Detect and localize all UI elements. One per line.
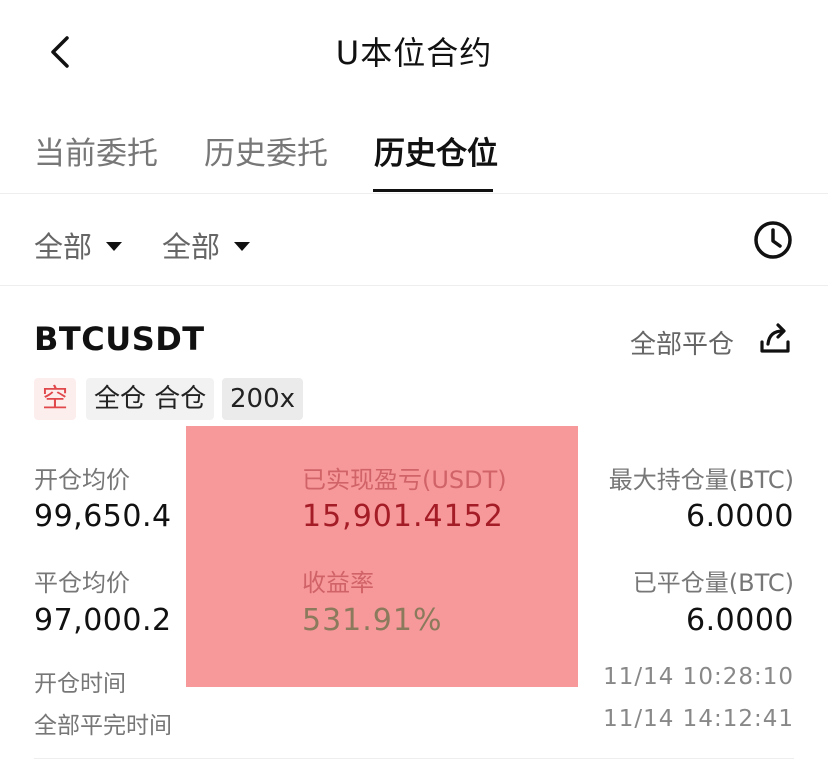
filter-label: 全部 [162, 230, 221, 264]
position-symbol: BTCUSDT [34, 320, 205, 358]
margin-mode-badge: 全仓 合仓 [86, 378, 215, 420]
close-all-button[interactable]: 全部平仓 [630, 324, 734, 361]
filter-dropdown-1[interactable]: 全部 [34, 224, 123, 266]
roi-label: 收益率 [302, 569, 374, 597]
roi-value: 531.91% [302, 603, 443, 638]
close-time-value: 11/14 14:12:41 [603, 706, 794, 732]
share-button[interactable] [756, 320, 794, 358]
realized-pnl-label: 已实现盈亏(USDT) [302, 466, 507, 494]
close-price-value: 97,000.2 [34, 603, 172, 638]
active-tab-indicator [373, 189, 493, 192]
page-title: U本位合约 [335, 34, 493, 72]
caret-down-icon [106, 241, 123, 251]
tab-order-history[interactable]: 历史委托 [204, 128, 328, 173]
side-badge: 空 [34, 378, 77, 420]
realized-pnl-value: 15,901.4152 [302, 499, 504, 534]
tab-current-orders[interactable]: 当前委托 [34, 128, 158, 173]
divider [0, 285, 828, 286]
open-time-value: 11/14 10:28:10 [603, 664, 794, 690]
caret-down-icon [234, 241, 251, 251]
leverage-badge: 200x [222, 378, 304, 420]
divider [0, 193, 828, 194]
open-time-label: 开仓时间 [34, 671, 126, 697]
history-button[interactable] [752, 219, 794, 261]
clock-icon [754, 221, 792, 259]
open-price-label: 开仓均价 [34, 466, 130, 494]
max-position-value: 6.0000 [686, 499, 794, 534]
filter-label: 全部 [34, 230, 93, 264]
close-price-label: 平仓均价 [34, 569, 130, 597]
filter-dropdown-2[interactable]: 全部 [162, 224, 251, 266]
closed-amount-label: 已平仓量(BTC) [632, 569, 794, 597]
divider [34, 758, 794, 759]
tab-position-history[interactable]: 历史仓位 [374, 128, 498, 173]
close-time-label: 全部平完时间 [34, 713, 172, 739]
max-position-label: 最大持仓量(BTC) [608, 466, 794, 494]
open-price-value: 99,650.4 [34, 499, 172, 534]
closed-amount-value: 6.0000 [686, 603, 794, 638]
share-icon [760, 323, 790, 353]
